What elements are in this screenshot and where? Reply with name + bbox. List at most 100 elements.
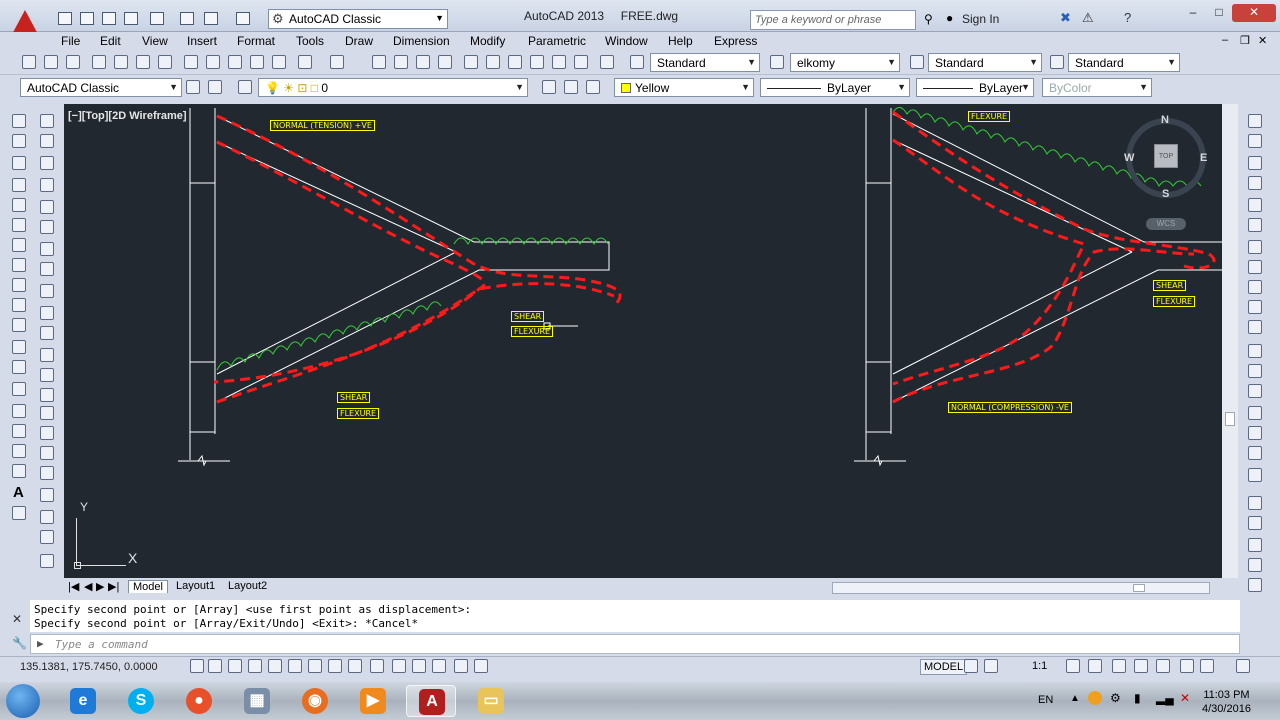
- doc-minimize-button[interactable]: –: [1222, 34, 1228, 46]
- dim-style-select[interactable]: elkomy ▼: [790, 53, 900, 72]
- undo-icon[interactable]: [204, 12, 218, 25]
- curve-icon[interactable]: [1248, 446, 1262, 460]
- user-icon[interactable]: ●: [946, 11, 953, 25]
- wrench-icon[interactable]: 🔧: [12, 636, 27, 650]
- explode-icon[interactable]: [40, 426, 54, 440]
- vertical-scrollbar[interactable]: [1222, 104, 1238, 578]
- help-icon[interactable]: ?: [1124, 10, 1131, 25]
- menu-draw[interactable]: Draw: [345, 34, 373, 48]
- lineweight-select[interactable]: ByLayer ▼: [916, 78, 1034, 97]
- polygon-icon[interactable]: [12, 178, 26, 192]
- layout-icon[interactable]: [1248, 364, 1262, 378]
- wcs-menu[interactable]: WCS: [1146, 218, 1186, 230]
- polyline-icon[interactable]: [12, 156, 26, 170]
- stack-3-icon[interactable]: [1248, 538, 1262, 552]
- open-file-icon[interactable]: [80, 12, 94, 25]
- layer-select[interactable]: 💡 ☀ ⊡ □ 0 ▼: [258, 78, 528, 97]
- drawing-area[interactable]: [−][Top][2D Wireframe] NORMAL (TENSION) …: [64, 104, 1222, 578]
- polar-tracking-icon[interactable]: [268, 659, 282, 673]
- layer-state-icon[interactable]: [586, 80, 600, 94]
- sheet-set-icon[interactable]: [530, 55, 544, 69]
- maximize-button[interactable]: □: [1206, 4, 1232, 22]
- table-icon[interactable]: [12, 464, 26, 478]
- brush-icon[interactable]: [1248, 114, 1262, 128]
- clean-screen-icon[interactable]: [1236, 659, 1250, 673]
- menu-view[interactable]: View: [142, 34, 168, 48]
- text-edit-icon[interactable]: [40, 488, 54, 502]
- lock-icon[interactable]: [1134, 659, 1148, 673]
- blend-icon[interactable]: [40, 446, 54, 460]
- qnew-icon[interactable]: [22, 55, 36, 69]
- clip-icon[interactable]: [1248, 406, 1262, 420]
- pan-icon[interactable]: [372, 55, 386, 69]
- taskbar-autocad[interactable]: A: [406, 685, 456, 717]
- construction-line-icon[interactable]: [12, 134, 26, 148]
- multileader-style-icon[interactable]: [1050, 55, 1064, 69]
- close-command-icon[interactable]: ✕: [12, 612, 22, 626]
- ortho-mode-icon[interactable]: [248, 659, 262, 673]
- dynamic-ucs-icon[interactable]: [348, 659, 362, 673]
- infer-constraints-icon[interactable]: [190, 659, 204, 673]
- markup-icon[interactable]: [552, 55, 566, 69]
- text-style-select[interactable]: Standard ▼: [650, 53, 760, 72]
- minimize-button[interactable]: –: [1180, 4, 1206, 22]
- community-icon[interactable]: ⚠: [1082, 10, 1094, 26]
- stretch-icon[interactable]: [40, 284, 54, 298]
- make-block-icon[interactable]: [12, 360, 26, 374]
- tab-layout1[interactable]: Layout1: [176, 580, 215, 592]
- ellipse-icon[interactable]: [12, 298, 26, 312]
- named-view-icon[interactable]: [1248, 280, 1262, 294]
- quick-view-layouts-icon[interactable]: [964, 659, 978, 673]
- help-icon[interactable]: [600, 55, 614, 69]
- taskbar-skype[interactable]: S: [116, 685, 166, 717]
- viewport-icon[interactable]: [1248, 384, 1262, 398]
- annotation-monitor-icon[interactable]: [474, 659, 488, 673]
- stack-icon[interactable]: [1248, 496, 1262, 510]
- grid-display-icon[interactable]: [228, 659, 242, 673]
- array-icon[interactable]: [40, 200, 54, 214]
- paste-icon[interactable]: [228, 55, 242, 69]
- workspace-switching-icon[interactable]: [1112, 659, 1126, 673]
- clock[interactable]: 11:03 PM 4/30/2016: [1202, 688, 1251, 716]
- zoom-window-icon[interactable]: [416, 55, 430, 69]
- undo-icon[interactable]: [298, 55, 312, 69]
- zoom-previous-icon[interactable]: [438, 55, 452, 69]
- doc-close-button[interactable]: ✕: [1258, 34, 1267, 47]
- paintbrush-icon[interactable]: [40, 530, 54, 544]
- 3d-object-snap-icon[interactable]: [308, 659, 322, 673]
- pencil-icon[interactable]: [40, 510, 54, 524]
- save-icon[interactable]: [66, 55, 80, 69]
- print-icon[interactable]: [180, 12, 194, 25]
- node-icon[interactable]: [1248, 134, 1262, 148]
- doc-restore-button[interactable]: ❐: [1240, 34, 1250, 47]
- menu-help[interactable]: Help: [668, 34, 693, 48]
- tab-model[interactable]: Model: [128, 580, 168, 593]
- attribute-edit-icon[interactable]: [40, 554, 54, 568]
- menu-parametric[interactable]: Parametric: [528, 34, 586, 48]
- join-icon[interactable]: [40, 368, 54, 382]
- make-current-layer-icon[interactable]: [542, 80, 556, 94]
- open-icon[interactable]: [44, 55, 58, 69]
- trim-icon[interactable]: [40, 306, 54, 320]
- hatch-icon[interactable]: [12, 404, 26, 418]
- tray-network-icon[interactable]: ▮: [1134, 691, 1141, 705]
- break-icon[interactable]: [40, 348, 54, 362]
- snap-icon[interactable]: [1248, 320, 1262, 334]
- save-as-icon[interactable]: [124, 12, 138, 25]
- dynamic-input-icon[interactable]: [370, 659, 384, 673]
- zoom-realtime-icon[interactable]: [394, 55, 408, 69]
- rectangle-icon[interactable]: [12, 198, 26, 212]
- menu-edit[interactable]: Edit: [100, 34, 121, 48]
- isolate-objects-icon[interactable]: [1180, 659, 1194, 673]
- add-selected-icon[interactable]: [12, 506, 26, 520]
- binoculars-icon[interactable]: ⚲: [924, 12, 933, 26]
- redo-icon[interactable]: [330, 55, 344, 69]
- lineweight-toggle-icon[interactable]: [392, 659, 406, 673]
- orbit-icon[interactable]: [1248, 240, 1262, 254]
- layer-walk-icon[interactable]: [1248, 176, 1262, 190]
- language-indicator[interactable]: EN: [1038, 694, 1053, 706]
- horizontal-scrollbar[interactable]: [832, 582, 1210, 594]
- tab-layout2[interactable]: Layout2: [228, 580, 267, 592]
- pan-arrows-icon[interactable]: [1248, 218, 1262, 232]
- stack-4-icon[interactable]: [1248, 558, 1262, 572]
